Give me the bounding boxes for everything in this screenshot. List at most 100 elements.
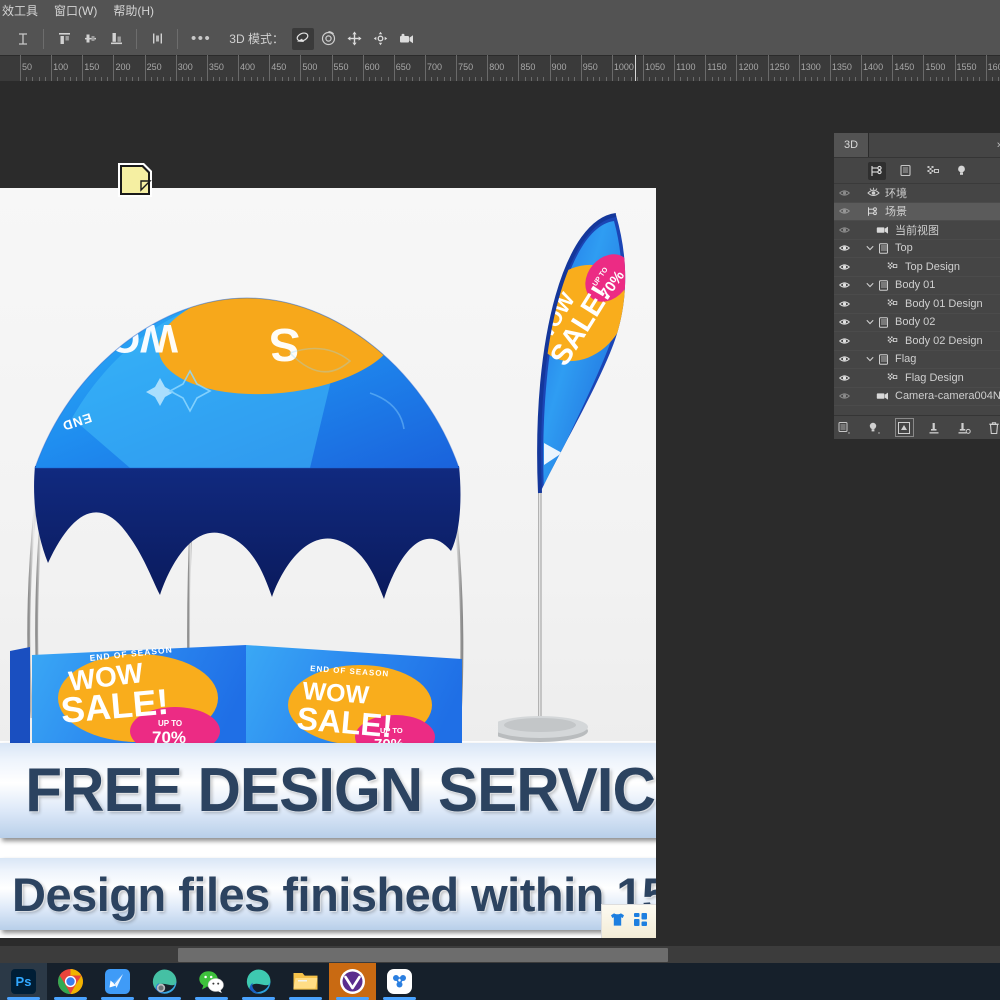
camera-3d-icon[interactable] [396,28,418,50]
3d-layer-list[interactable]: 环境场景当前视图 TopTop DesignBody 01Body 01 Desi… [834,184,1000,406]
taskbar-item-foxmail[interactable] [94,963,141,1000]
work-area[interactable]: WOW S END [0,83,1000,945]
ruler-tick-label: 900 [550,62,567,72]
ruler-tick-minor [668,77,669,81]
paint-falloff-icon[interactable] [956,419,973,436]
sticky-note-annotation[interactable] [114,159,156,206]
ruler-tick-label: 800 [487,62,504,72]
tent-3d-model[interactable]: WOW S END [10,283,485,743]
layer-row-top-design[interactable]: Top Design [834,258,1000,277]
visibility-toggle-icon[interactable] [834,374,854,382]
roll-3d-icon[interactable] [318,28,340,50]
horizontal-ruler[interactable]: 5010015020025030035040045050055060065070… [0,56,1000,82]
ruler-tick-minor [275,77,276,81]
ruler-tick-minor [26,77,27,81]
layer-row-current-view[interactable]: 当前视图 [834,221,1000,240]
taskbar-item-chrome[interactable] [47,963,94,1000]
mesh-icon [875,243,891,254]
ruler-tick-minor [481,77,482,81]
visibility-toggle-icon[interactable] [834,355,854,363]
tab-3d[interactable]: 3D [834,133,869,157]
layer-row-top[interactable]: Top [834,240,1000,259]
taskbar-item-wechat[interactable] [188,963,235,1000]
orbit-3d-icon[interactable] [292,28,314,50]
taskbar-item-alibaba[interactable] [376,963,423,1000]
align-bottom-icon[interactable] [105,28,127,50]
ruler-tick-minor [574,77,575,81]
options-bar: ••• 3D 模式： [0,22,1000,56]
ruler-tick-minor [101,77,102,81]
layer-row-camera-004[interactable]: Camera-camera004Node [834,388,1000,407]
taskbar-item-vivaldi[interactable] [329,963,376,1000]
pan-3d-icon[interactable] [344,28,366,50]
materials-filter-icon[interactable] [924,162,942,180]
layer-row-body-01[interactable]: Body 01 [834,277,1000,296]
ruler-tick-minor [307,77,308,81]
menu-item-3d-tools[interactable]: 效工具 [2,0,46,22]
visibility-toggle-icon[interactable] [834,207,854,215]
visibility-toggle-icon[interactable] [834,281,854,289]
file-explorer-icon [292,970,319,993]
add-mesh-icon[interactable] [836,419,853,436]
visibility-toggle-icon[interactable] [834,244,854,252]
layer-row-environment[interactable]: 环境 [834,184,1000,203]
taskbar-item-edge-dev[interactable] [141,963,188,1000]
align-top-icon[interactable] [53,28,75,50]
lights-filter-icon[interactable] [952,162,970,180]
taskbar-item-file-explorer[interactable] [282,963,329,1000]
ruler-tick-minor [232,77,233,81]
layer-row-body-02-design[interactable]: Body 02 Design [834,332,1000,351]
ruler-tick-label: 1350 [830,62,852,72]
ruler-tick-minor [313,77,314,81]
tshirt-icon [609,911,626,933]
layer-row-flag-design[interactable]: Flag Design [834,369,1000,388]
layer-name: 当前视图 [891,222,939,238]
move-tool-icon[interactable] [12,28,34,50]
taskbar-item-photoshop[interactable]: Ps [0,963,47,1000]
visibility-toggle-icon[interactable] [834,189,854,197]
document-canvas[interactable]: WOW S END [0,188,656,938]
visibility-toggle-icon[interactable] [834,337,854,345]
visibility-toggle-icon[interactable] [834,392,854,400]
scene-filter-icon[interactable] [868,162,886,180]
ruler-tick-minor [170,77,171,81]
visibility-toggle-icon[interactable] [834,318,854,326]
ruler-tick-minor [998,77,999,81]
distribute-icon[interactable] [146,28,168,50]
delete-icon[interactable] [986,419,1000,436]
taskbar-item-edge[interactable] [235,963,282,1000]
ruler-tick-minor [631,77,632,81]
ruler-tick-label: 50 [20,62,32,72]
visibility-toggle-icon[interactable] [834,300,854,308]
chevron-down-icon[interactable] [864,319,875,325]
layer-row-body-02[interactable]: Body 02 [834,314,1000,333]
menu-item-help[interactable]: 帮助(H) [105,0,162,22]
ruler-tick-minor [979,77,980,81]
more-options-button[interactable]: ••• [191,34,211,44]
ruler-tick-label: 1000 [612,62,634,72]
chevron-down-icon[interactable] [864,245,875,251]
chevron-down-icon[interactable] [864,356,875,362]
chevron-down-icon[interactable] [864,282,875,288]
meshes-filter-icon[interactable] [896,162,914,180]
ruler-tick-minor [201,77,202,81]
menu-item-window[interactable]: 窗口(W) [46,0,105,22]
horizontal-scrollbar-thumb[interactable] [178,948,668,962]
ruler-tick-minor [811,77,812,81]
photoshop-icon: Ps [11,969,36,994]
visibility-toggle-icon[interactable] [834,263,854,271]
layer-row-body-01-design[interactable]: Body 01 Design [834,295,1000,314]
add-light-icon[interactable] [866,419,883,436]
options-divider-3 [177,29,178,49]
horizontal-scrollbar[interactable] [0,945,1000,963]
align-vertical-center-icon[interactable] [79,28,101,50]
teardrop-flag-3d-model[interactable]: WOW SALE! UP TO 70% [498,193,648,743]
paint-on-target-icon[interactable] [926,419,943,436]
visibility-toggle-icon[interactable] [834,226,854,234]
ruler-tick-minor [624,77,625,81]
layer-row-flag[interactable]: Flag [834,351,1000,370]
slide-3d-icon[interactable] [370,28,392,50]
toggle-ground-plane-icon[interactable] [896,419,913,436]
layer-row-scene[interactable]: 场景 [834,203,1000,222]
ruler-tick-minor [618,77,619,81]
